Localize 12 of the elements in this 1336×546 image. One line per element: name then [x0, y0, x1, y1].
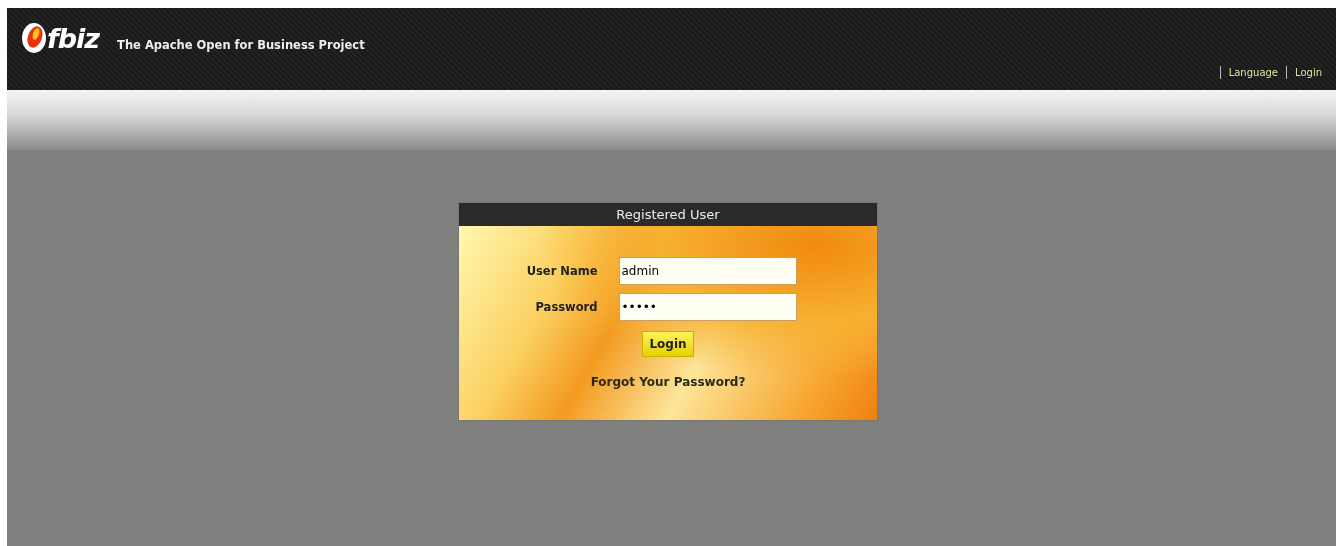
nav-link[interactable]: Login: [1295, 67, 1322, 78]
field-label: User Name: [525, 264, 598, 278]
flame-icon: [21, 22, 47, 54]
field-label: Password: [534, 300, 598, 314]
nav-link[interactable]: Language: [1228, 67, 1278, 78]
tagline: The Apache Open for Business Project: [117, 38, 365, 52]
login-button[interactable]: Login: [642, 331, 694, 357]
input-field[interactable]: admin: [618, 257, 797, 285]
panel-title: Registered User: [459, 203, 877, 226]
input-field[interactable]: •••••: [618, 293, 797, 321]
logo-text: fbiz: [47, 22, 100, 54]
forgot-password-link[interactable]: Forgot Your Password?: [590, 375, 746, 389]
